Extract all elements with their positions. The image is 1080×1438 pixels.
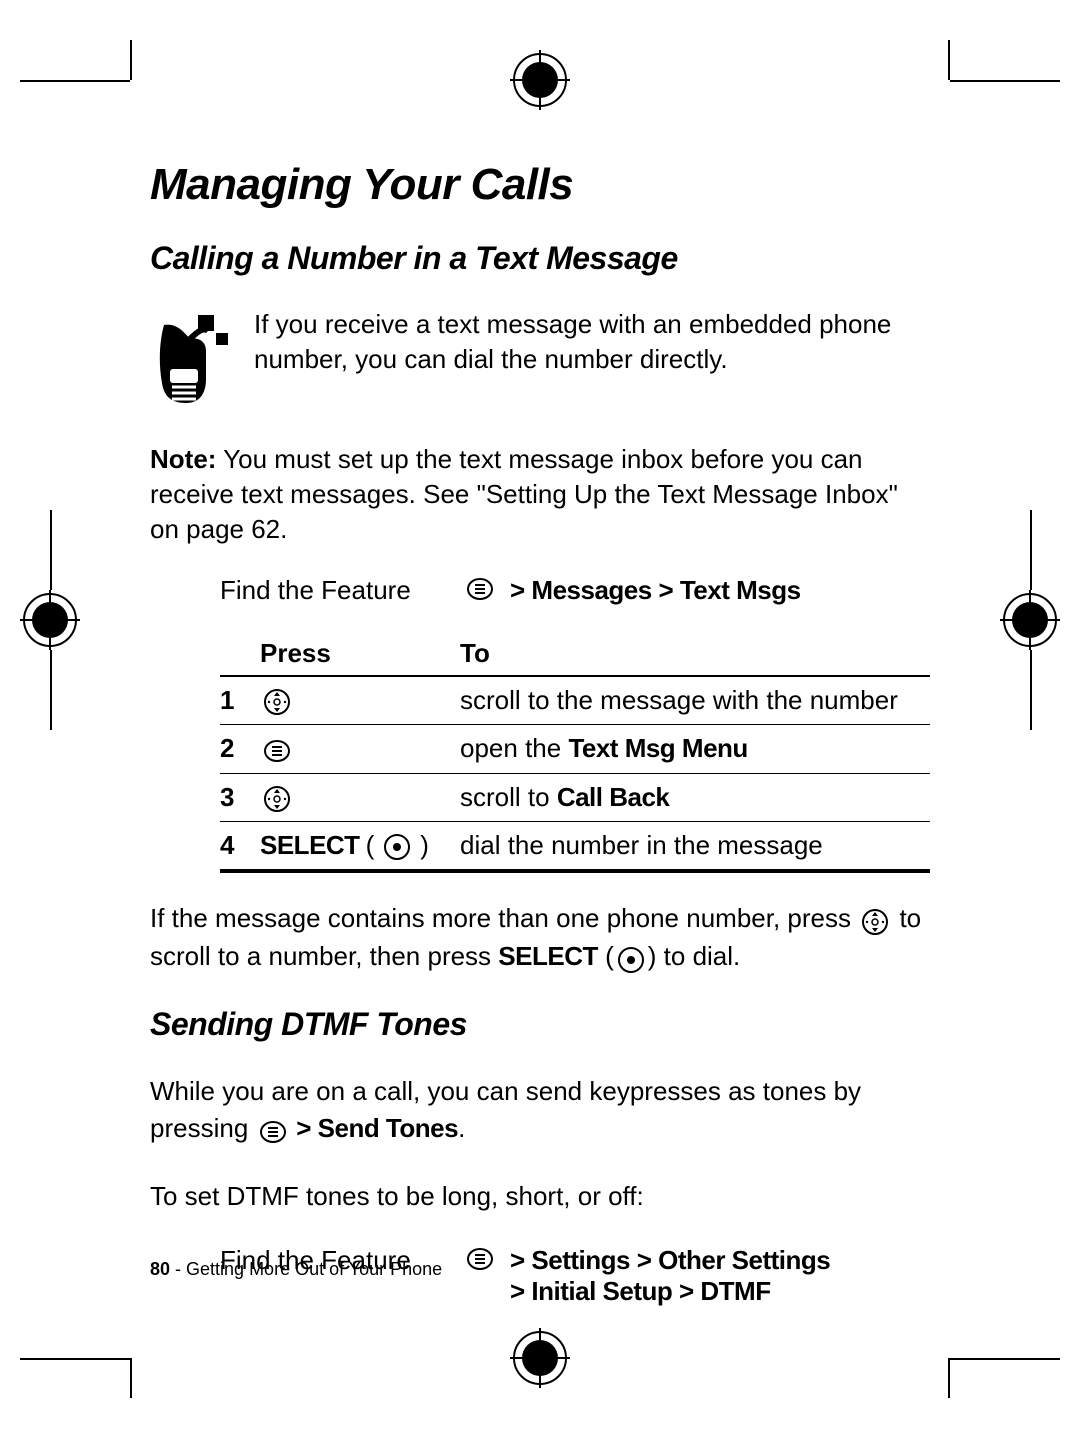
registration-target-icon [510, 1328, 570, 1388]
menu-key-icon [450, 1245, 510, 1280]
table-row: 2 open the Text Msg Menu [220, 725, 930, 773]
nav-key-icon [861, 902, 889, 938]
note-text: You must set up the text message inbox b… [150, 444, 898, 544]
phone-text-icon [150, 307, 230, 412]
section-heading: Calling a Number in a Text Message [150, 240, 930, 277]
feature-path: > Settings > Other Settings [510, 1245, 830, 1276]
feature-path: > Initial Setup > DTMF [510, 1276, 830, 1307]
after-table-paragraph: If the message contains more than one ph… [150, 900, 930, 977]
registration-target-icon [510, 50, 570, 110]
nav-key-icon [263, 685, 291, 716]
menu-key-icon [263, 733, 291, 764]
instruction-table: Press To 1 scroll to the message with th… [220, 638, 930, 870]
chapter-name: Getting More Out of Your Phone [186, 1259, 442, 1279]
page-content: Managing Your Calls Calling a Number in … [150, 150, 930, 1288]
nav-key-icon [263, 782, 291, 813]
page-number: 80 [150, 1259, 170, 1279]
intro-block: If you receive a text message with an em… [150, 307, 930, 412]
table-row: 4 SELECT () dial the number in the messa… [220, 822, 930, 870]
table-row: 3 scroll to Call Back [220, 774, 930, 822]
page-title: Managing Your Calls [150, 160, 930, 210]
header-to: To [460, 638, 930, 669]
header-press: Press [260, 638, 460, 669]
table-header: Press To [220, 638, 930, 677]
find-feature-label: Find the Feature [220, 575, 450, 606]
table-row: 1 scroll to the message with the number [220, 677, 930, 725]
menu-key-icon [450, 575, 510, 610]
dtmf-paragraph-1: While you are on a call, you can send ke… [150, 1073, 930, 1148]
section-heading: Sending DTMF Tones [150, 1006, 930, 1043]
dtmf-paragraph-2: To set DTMF tones to be long, short, or … [150, 1178, 930, 1214]
menu-key-icon [259, 1112, 287, 1148]
page-footer: 80 - Getting More Out of Your Phone [150, 1259, 442, 1280]
select-key-icon [617, 940, 645, 976]
feature-path: > Messages > Text Msgs [510, 575, 801, 606]
crop-marks-bottom [0, 1318, 1080, 1398]
crop-marks-top [0, 40, 1080, 120]
find-feature-row: Find the Feature > Messages > Text Msgs [220, 575, 930, 610]
note-label: Note: [150, 444, 216, 474]
select-key-icon [383, 830, 411, 861]
registration-target-icon [20, 590, 80, 655]
registration-target-icon [1000, 590, 1060, 655]
intro-text: If you receive a text message with an em… [254, 307, 930, 377]
note-paragraph: Note: You must set up the text message i… [150, 442, 930, 547]
